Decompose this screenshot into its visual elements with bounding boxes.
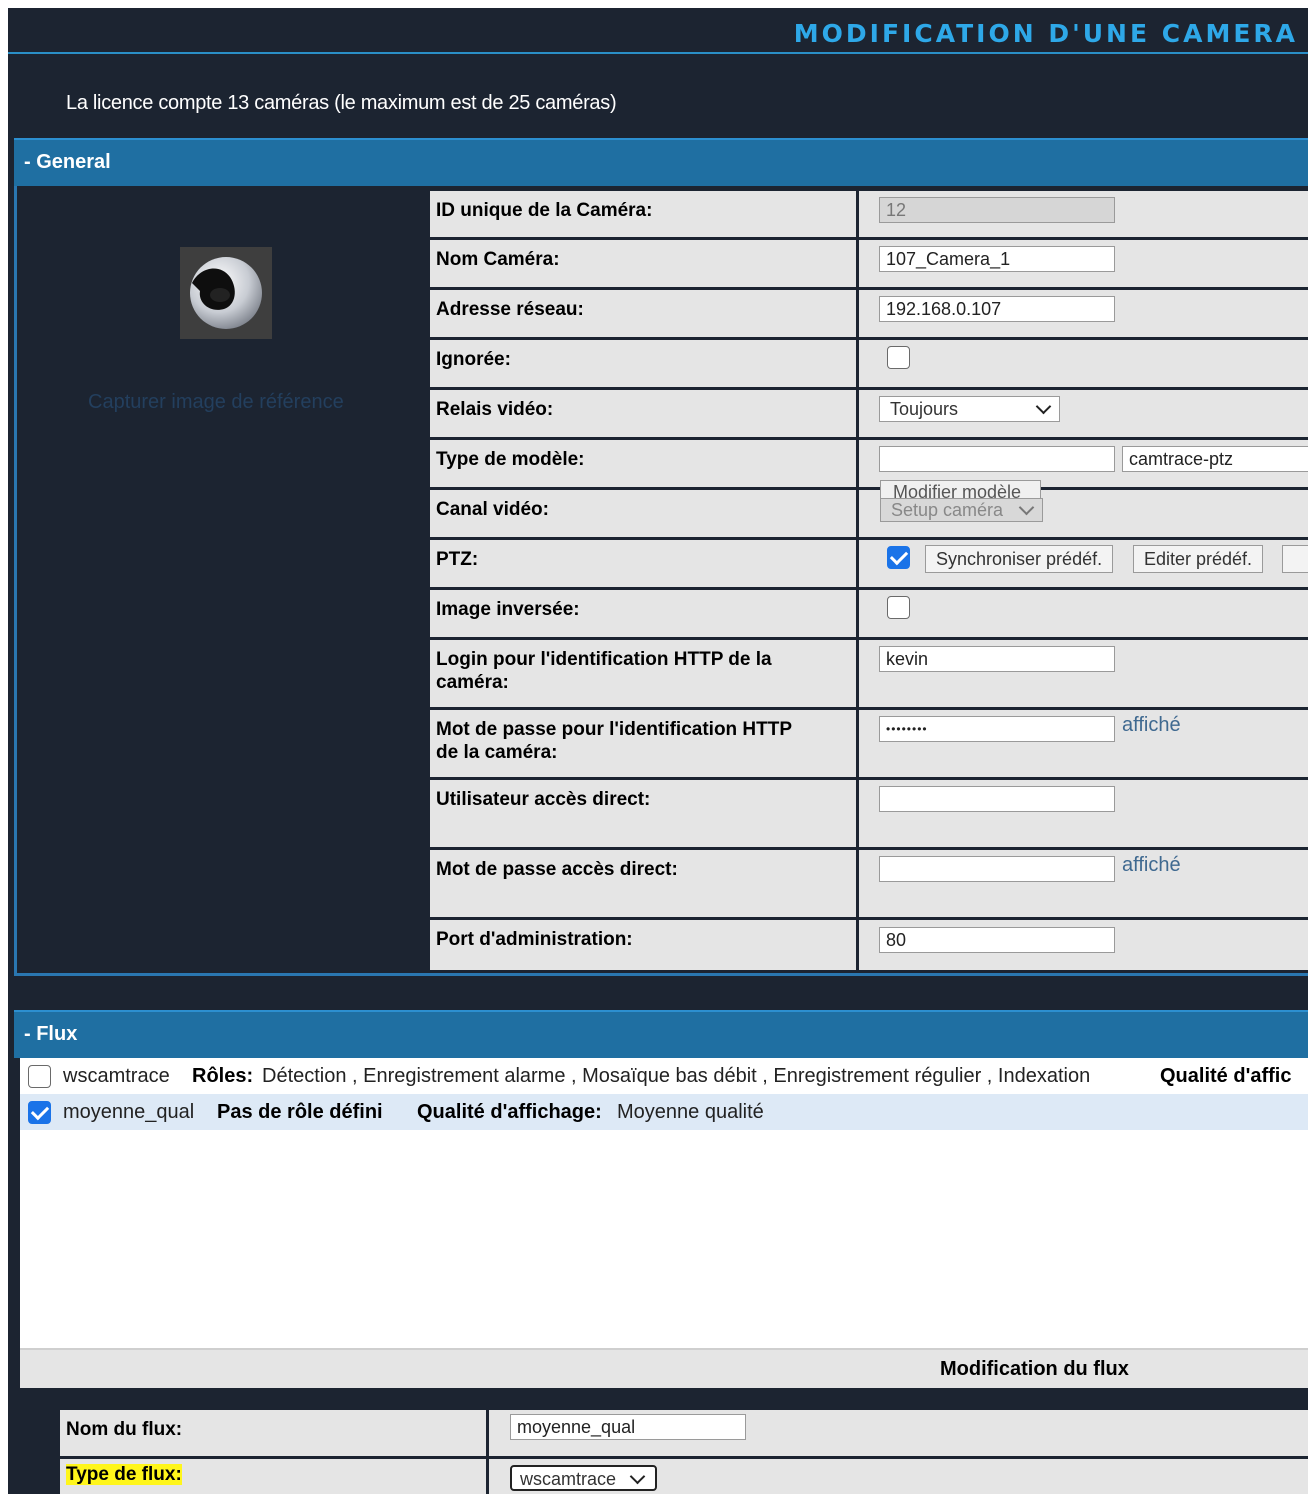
- http-password-label-line2: de la caméra:: [436, 742, 558, 763]
- video-relay-cell: Toujours: [859, 390, 1308, 437]
- video-relay-value: Toujours: [890, 399, 959, 419]
- camera-id-cell: 12: [859, 191, 1308, 237]
- sync-presets-button[interactable]: Synchroniser prédéf.: [925, 545, 1114, 573]
- capture-reference-link[interactable]: Capturer image de référence: [88, 391, 344, 414]
- flux-section-header[interactable]: - Flux: [14, 1010, 1308, 1058]
- stream-name-cell: moyenne_qual: [489, 1410, 1308, 1456]
- camera-id-label: ID unique de la Caméra:: [430, 191, 856, 237]
- inverted-image-cell: [859, 590, 1308, 637]
- roles-label: Rôles:: [192, 1065, 254, 1087]
- http-login-input[interactable]: kevin: [879, 646, 1115, 672]
- stream-checkbox[interactable]: [28, 1065, 51, 1088]
- stream-type-label: Type de flux:: [66, 1464, 182, 1485]
- chevron-down-icon: [629, 1468, 646, 1485]
- admin-port-input[interactable]: 80: [879, 927, 1115, 953]
- ptz-checkbox[interactable]: [887, 546, 910, 569]
- stream-name: moyenne_qual: [63, 1101, 195, 1123]
- stream-type-cell: wscamtrace: [489, 1459, 1308, 1494]
- inverted-image-label: Image inversée:: [430, 590, 856, 637]
- chevron-down-icon: [1018, 499, 1035, 516]
- http-password-cell: •••••••• affiché: [859, 710, 1308, 777]
- http-login-cell: kevin: [859, 640, 1308, 707]
- more-button[interactable]: [1282, 545, 1308, 573]
- edit-presets-button[interactable]: Editer prédéf.: [1133, 545, 1264, 573]
- camera-lens-icon: [190, 257, 262, 329]
- video-relay-select[interactable]: Toujours: [879, 396, 1060, 422]
- direct-password-label: Mot de passe accès direct:: [430, 850, 856, 917]
- stream-name: wscamtrace: [63, 1065, 170, 1087]
- page-title: MODIFICATION D'UNE CAMERA: [8, 8, 1308, 54]
- ignored-label: Ignorée:: [430, 340, 856, 387]
- quality-value: Moyenne qualité: [617, 1101, 764, 1123]
- show-http-password-link[interactable]: affiché: [1122, 714, 1181, 737]
- camera-reference-image: [180, 247, 272, 339]
- stream-name-label: Nom du flux:: [60, 1410, 486, 1456]
- quality-label: Qualité d'affic: [1160, 1065, 1292, 1087]
- direct-user-cell: [859, 780, 1308, 847]
- stream-type-value: wscamtrace: [520, 1469, 617, 1489]
- admin-port-cell: 80: [859, 920, 1308, 970]
- network-address-input[interactable]: 192.168.0.107: [879, 296, 1115, 322]
- stream-row-wscamtrace[interactable]: wscamtrace Rôles: Détection , Enregistre…: [20, 1058, 1308, 1094]
- setup-camera-label: Setup caméra: [891, 500, 1004, 520]
- general-section-header[interactable]: - General: [14, 138, 1308, 186]
- http-password-label-line1: Mot de passe pour l'identification HTTP: [436, 719, 793, 740]
- direct-password-input[interactable]: [879, 856, 1115, 882]
- camera-edit-page: MODIFICATION D'UNE CAMERA La licence com…: [8, 8, 1308, 1494]
- http-login-label-line1: Login pour l'identification HTTP de la: [436, 649, 772, 670]
- direct-user-label: Utilisateur accès direct:: [430, 780, 856, 847]
- stream-modification-header: Modification du flux: [20, 1348, 1308, 1388]
- http-password-input[interactable]: ••••••••: [879, 716, 1115, 742]
- inverted-image-checkbox[interactable]: [887, 596, 910, 619]
- show-direct-password-link[interactable]: affiché: [1122, 854, 1181, 877]
- network-address-cell: 192.168.0.107: [859, 290, 1308, 337]
- stream-list: wscamtrace Rôles: Détection , Enregistre…: [20, 1058, 1308, 1348]
- direct-user-input[interactable]: [879, 786, 1115, 812]
- stream-checkbox[interactable]: [28, 1101, 51, 1124]
- http-login-label-line2: caméra:: [436, 672, 509, 693]
- ignored-checkbox[interactable]: [887, 346, 910, 369]
- camera-name-cell: 107_Camera_1: [859, 240, 1308, 287]
- video-channel-label: Canal vidéo:: [430, 490, 856, 537]
- model-name-field: camtrace-ptz: [1122, 446, 1308, 472]
- stream-name-input[interactable]: moyenne_qual: [510, 1414, 746, 1440]
- stream-type-select[interactable]: wscamtrace: [510, 1465, 657, 1491]
- http-login-label: Login pour l'identification HTTP de la c…: [430, 640, 856, 707]
- model-type-label: Type de modèle:: [430, 440, 856, 487]
- stream-modification-title: Modification du flux: [940, 1358, 1129, 1380]
- model-type-input[interactable]: [879, 446, 1115, 472]
- camera-name-label: Nom Caméra:: [430, 240, 856, 287]
- chevron-down-icon: [1035, 398, 1052, 415]
- video-channel-cell: Modifier modèle Setup caméra: [859, 480, 1308, 537]
- roles-value: Pas de rôle défini: [217, 1101, 383, 1123]
- ptz-cell: Synchroniser prédéf. Editer prédéf.: [859, 540, 1308, 587]
- stream-type-label-cell: Type de flux:: [60, 1459, 486, 1494]
- ignored-cell: [859, 340, 1308, 387]
- setup-camera-select[interactable]: Setup caméra: [880, 498, 1043, 522]
- video-relay-label: Relais vidéo:: [430, 390, 856, 437]
- camera-name-input[interactable]: 107_Camera_1: [879, 246, 1115, 272]
- direct-password-cell: affiché: [859, 850, 1308, 917]
- admin-port-label: Port d'administration:: [430, 920, 856, 970]
- roles-value: Détection , Enregistrement alarme , Mosa…: [262, 1065, 1091, 1087]
- http-password-label: Mot de passe pour l'identification HTTP …: [430, 710, 856, 777]
- network-address-label: Adresse réseau:: [430, 290, 856, 337]
- license-info: La licence compte 13 caméras (le maximum…: [66, 92, 617, 114]
- stream-row-moyenne-qual[interactable]: moyenne_qual Pas de rôle défini Qualité …: [20, 1094, 1308, 1130]
- ptz-label: PTZ:: [430, 540, 856, 587]
- quality-label: Qualité d'affichage:: [417, 1101, 602, 1123]
- camera-id-field: 12: [879, 197, 1115, 223]
